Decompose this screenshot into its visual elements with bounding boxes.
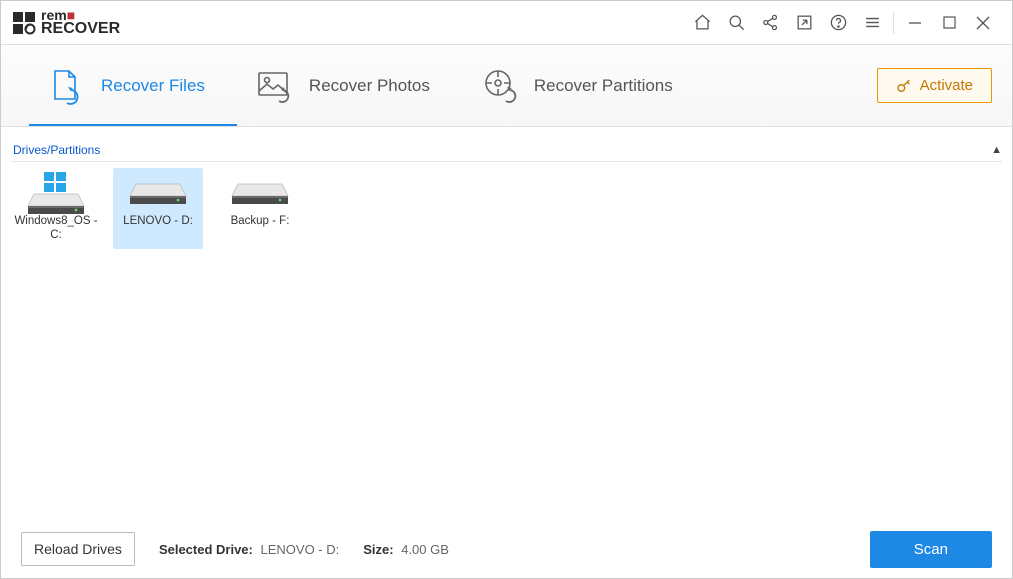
mode-tabs: Recover Files Recover Photos Recover Par… xyxy=(1,45,1012,127)
tab-recover-partitions[interactable]: Recover Partitions xyxy=(454,45,697,126)
logo-icon xyxy=(11,10,37,36)
titlebar: rem■ RECOVER xyxy=(1,1,1012,45)
section-header-drives: Drives/Partitions ▲ xyxy=(11,137,1002,162)
selected-drive-value: LENOVO - D: xyxy=(261,542,340,557)
app-logo: rem■ RECOVER xyxy=(11,10,120,36)
selected-drive-readout: Selected Drive: LENOVO - D: xyxy=(159,542,339,557)
size-readout: Size: 4.00 GB xyxy=(363,542,449,557)
titlebar-divider xyxy=(893,12,894,34)
titlebar-actions xyxy=(685,6,1000,40)
collapse-icon[interactable]: ▲ xyxy=(991,144,1002,156)
photos-icon xyxy=(253,65,295,107)
size-value: 4.00 GB xyxy=(401,542,449,557)
drive-item-f[interactable]: Backup - F: xyxy=(215,168,305,249)
tab-recover-files[interactable]: Recover Files xyxy=(21,45,229,126)
drive-item-c[interactable]: Windows8_OS - C: xyxy=(11,168,101,249)
section-title: Drives/Partitions xyxy=(13,143,100,157)
size-key: Size: xyxy=(363,542,393,557)
help-icon[interactable] xyxy=(821,6,855,40)
footer: Reload Drives Selected Drive: LENOVO - D… xyxy=(1,520,1012,578)
tab-label: Recover Photos xyxy=(309,76,430,96)
files-icon xyxy=(45,65,87,107)
activate-label: Activate xyxy=(920,77,973,94)
activate-button[interactable]: Activate xyxy=(877,68,992,103)
scan-button[interactable]: Scan xyxy=(870,531,992,568)
home-icon[interactable] xyxy=(685,6,719,40)
key-icon xyxy=(896,78,912,94)
selected-drive-key: Selected Drive: xyxy=(159,542,253,557)
tab-recover-photos[interactable]: Recover Photos xyxy=(229,45,454,126)
export-icon[interactable] xyxy=(787,6,821,40)
partitions-icon xyxy=(478,65,520,107)
reload-drives-button[interactable]: Reload Drives xyxy=(21,532,135,566)
drive-icon xyxy=(228,172,292,208)
drive-icon xyxy=(24,172,88,208)
drive-icon xyxy=(126,172,190,208)
drive-label: Windows8_OS - C: xyxy=(13,214,99,243)
minimize-icon[interactable] xyxy=(898,6,932,40)
search-icon[interactable] xyxy=(719,6,753,40)
content-area: Drives/Partitions ▲ Windows8_OS - C: LENO… xyxy=(1,127,1012,520)
drives-list: Windows8_OS - C: LENOVO - D: Backup - F: xyxy=(11,162,1002,249)
tab-label: Recover Partitions xyxy=(534,76,673,96)
logo-text-bottom: RECOVER xyxy=(41,22,120,36)
maximize-icon[interactable] xyxy=(932,6,966,40)
close-icon[interactable] xyxy=(966,6,1000,40)
menu-icon[interactable] xyxy=(855,6,889,40)
drive-label: Backup - F: xyxy=(217,214,303,228)
share-icon[interactable] xyxy=(753,6,787,40)
drive-label: LENOVO - D: xyxy=(115,214,201,228)
drive-item-d[interactable]: LENOVO - D: xyxy=(113,168,203,249)
tab-label: Recover Files xyxy=(101,76,205,96)
